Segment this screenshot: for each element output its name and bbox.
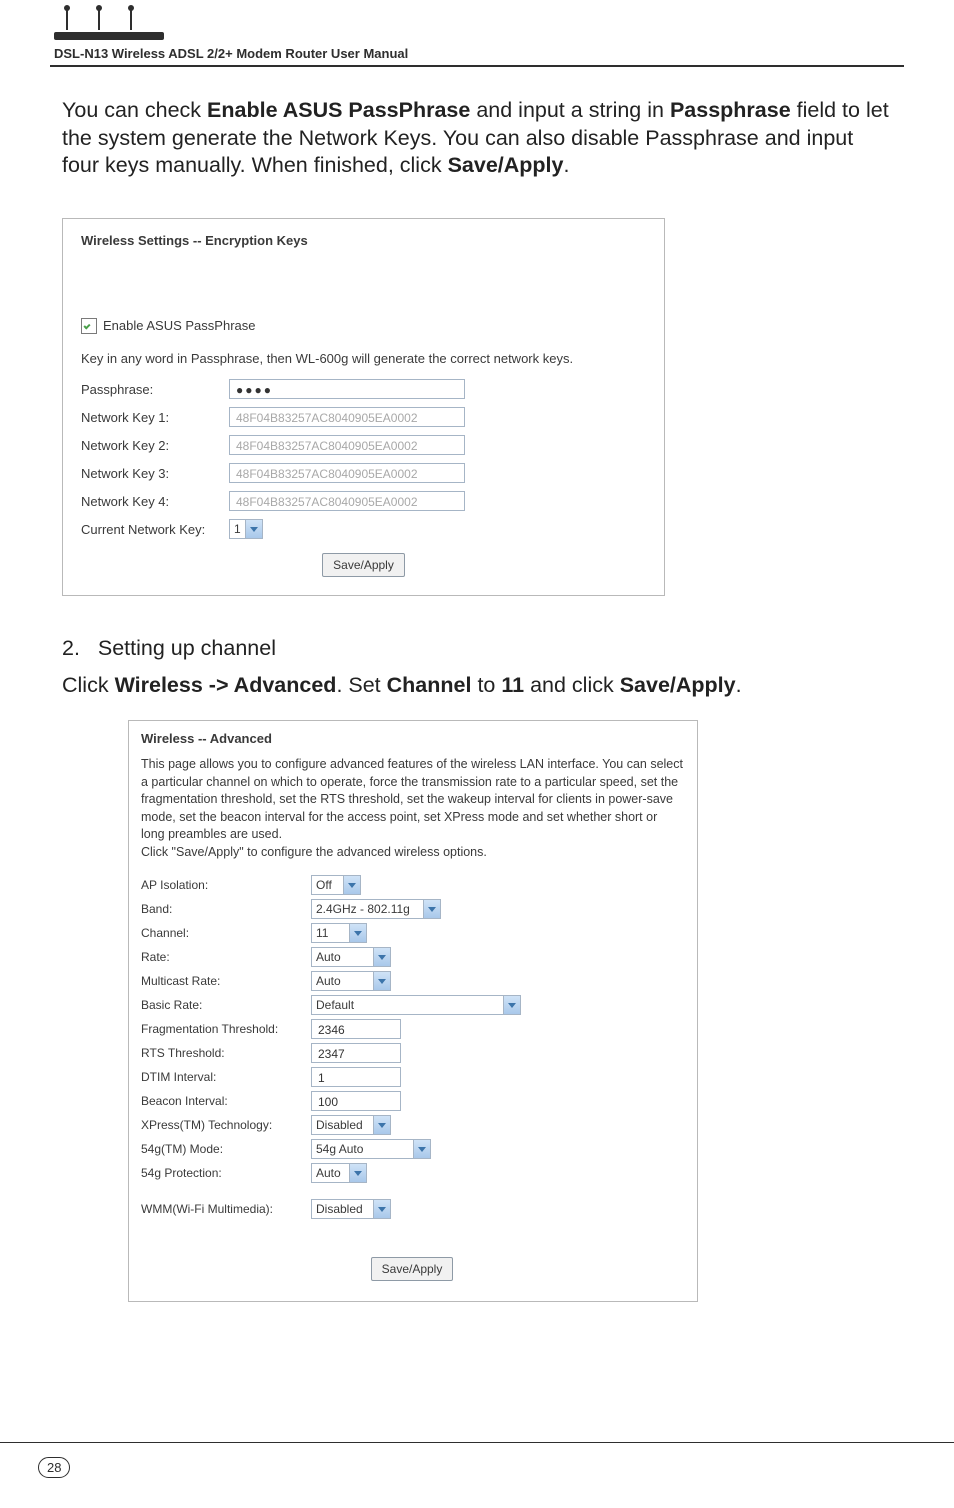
panel2-title: Wireless -- Advanced	[141, 731, 683, 746]
logo-router-body	[54, 32, 164, 40]
passphrase-row: Passphrase: ●●●●	[81, 379, 646, 399]
network-key-2-row: Network Key 2: 48F04B83257AC8040905EA000…	[81, 435, 646, 455]
g54-mode-label: 54g(TM) Mode:	[141, 1142, 311, 1156]
enable-passphrase-label: Enable ASUS PassPhrase	[103, 318, 255, 333]
rate-select[interactable]: Auto	[311, 947, 391, 967]
intro-paragraph: You can check Enable ASUS PassPhrase and…	[0, 67, 954, 190]
g54-protection-label: 54g Protection:	[141, 1166, 311, 1180]
current-network-key-label: Current Network Key:	[81, 522, 229, 537]
network-key-3-label: Network Key 3:	[81, 466, 229, 481]
channel-label: Channel:	[141, 926, 311, 940]
dtim-interval-label: DTIM Interval:	[141, 1070, 311, 1084]
network-key-3-input[interactable]: 48F04B83257AC8040905EA0002	[229, 463, 465, 483]
chevron-down-icon	[349, 1164, 366, 1182]
channel-select[interactable]: 11	[311, 923, 367, 943]
network-key-2-input[interactable]: 48F04B83257AC8040905EA0002	[229, 435, 465, 455]
manual-title: DSL-N13 Wireless ADSL 2/2+ Modem Router …	[54, 46, 408, 61]
chevron-down-icon	[373, 948, 390, 966]
chevron-down-icon	[373, 972, 390, 990]
beacon-interval-label: Beacon Interval:	[141, 1094, 311, 1108]
enable-passphrase-checkbox[interactable]	[81, 318, 97, 334]
encryption-keys-panel: Wireless Settings -- Encryption Keys Ena…	[62, 218, 665, 597]
xpress-technology-label: XPress(TM) Technology:	[141, 1118, 311, 1132]
network-key-3-row: Network Key 3: 48F04B83257AC8040905EA000…	[81, 463, 646, 483]
enable-passphrase-row: Enable ASUS PassPhrase	[81, 318, 646, 334]
chevron-down-icon	[413, 1140, 430, 1158]
dtim-interval-input[interactable]: 1	[311, 1067, 401, 1087]
panel1-desc: Key in any word in Passphrase, then WL-6…	[81, 350, 646, 368]
network-key-2-label: Network Key 2:	[81, 438, 229, 453]
chevron-down-icon	[373, 1200, 390, 1218]
xpress-technology-select[interactable]: Disabled	[311, 1115, 391, 1135]
rate-label: Rate:	[141, 950, 311, 964]
multicast-rate-label: Multicast Rate:	[141, 974, 311, 988]
chevron-down-icon	[343, 876, 360, 894]
wireless-advanced-panel: Wireless -- Advanced This page allows yo…	[128, 720, 698, 1302]
network-key-1-label: Network Key 1:	[81, 410, 229, 425]
page-footer: 28	[0, 1442, 954, 1508]
save-apply-button[interactable]: Save/Apply	[322, 553, 405, 577]
step-2-heading: 2. Setting up channel	[0, 596, 954, 667]
band-select[interactable]: 2.4GHz - 802.11g	[311, 899, 441, 919]
chevron-down-icon	[503, 996, 520, 1014]
panel1-title: Wireless Settings -- Encryption Keys	[81, 233, 646, 248]
basic-rate-label: Basic Rate:	[141, 998, 311, 1012]
chevron-down-icon	[245, 520, 262, 538]
save-apply-button-2[interactable]: Save/Apply	[371, 1257, 454, 1281]
band-label: Band:	[141, 902, 311, 916]
g54-protection-select[interactable]: Auto	[311, 1163, 367, 1183]
g54-mode-select[interactable]: 54g Auto	[311, 1139, 431, 1159]
fragmentation-threshold-input[interactable]: 2346	[311, 1019, 401, 1039]
ap-isolation-label: AP Isolation:	[141, 878, 311, 892]
network-key-4-label: Network Key 4:	[81, 494, 229, 509]
passphrase-label: Passphrase:	[81, 382, 229, 397]
step-2-instruction: Click Wireless -> Advanced. Set Channel …	[0, 667, 954, 716]
chevron-down-icon	[423, 900, 440, 918]
panel2-desc: This page allows you to configure advanc…	[141, 756, 683, 861]
passphrase-input[interactable]: ●●●●	[229, 379, 465, 399]
network-key-1-row: Network Key 1: 48F04B83257AC8040905EA000…	[81, 407, 646, 427]
wmm-select[interactable]: Disabled	[311, 1199, 391, 1219]
network-key-4-row: Network Key 4: 48F04B83257AC8040905EA000…	[81, 491, 646, 511]
rts-threshold-input[interactable]: 2347	[311, 1043, 401, 1063]
page-header: DSL-N13 Wireless ADSL 2/2+ Modem Router …	[0, 0, 954, 67]
current-network-key-row: Current Network Key: 1	[81, 519, 646, 539]
ap-isolation-select[interactable]: Off	[311, 875, 361, 895]
basic-rate-select[interactable]: Default	[311, 995, 521, 1015]
beacon-interval-input[interactable]: 100	[311, 1091, 401, 1111]
multicast-rate-select[interactable]: Auto	[311, 971, 391, 991]
wmm-label: WMM(Wi-Fi Multimedia):	[141, 1202, 311, 1216]
fragmentation-threshold-label: Fragmentation Threshold:	[141, 1022, 311, 1036]
rts-threshold-label: RTS Threshold:	[141, 1046, 311, 1060]
page-number-badge: 28	[38, 1457, 70, 1478]
current-network-key-select[interactable]: 1	[229, 519, 263, 539]
chevron-down-icon	[349, 924, 366, 942]
network-key-4-input[interactable]: 48F04B83257AC8040905EA0002	[229, 491, 465, 511]
logo-antennas	[50, 0, 904, 32]
chevron-down-icon	[373, 1116, 390, 1134]
network-key-1-input[interactable]: 48F04B83257AC8040905EA0002	[229, 407, 465, 427]
